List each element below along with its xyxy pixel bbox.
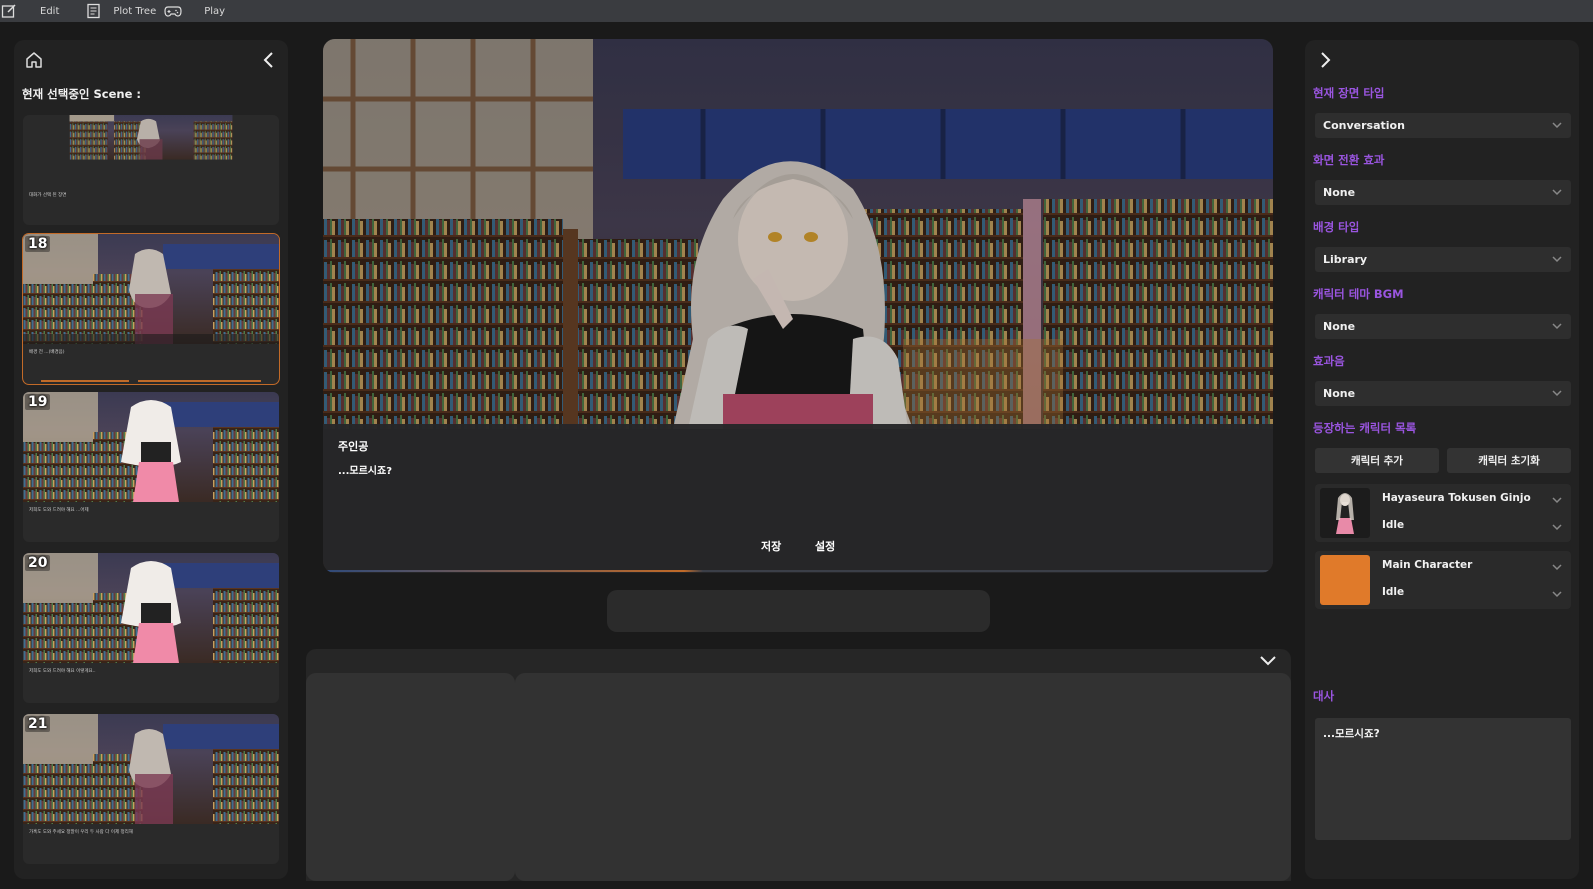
plot-tree-menu-label: Plot Tree	[113, 5, 157, 17]
sfx-label: 효과음	[1313, 354, 1345, 368]
scene-control-pill[interactable]	[607, 590, 990, 632]
sfx-value: None	[1323, 387, 1356, 400]
character-card: Hayaseura Tokusen Ginjo Idle	[1315, 484, 1571, 542]
scene-progress-bar	[41, 380, 261, 382]
edit-menu[interactable]: Edit	[0, 0, 85, 22]
character-portrait	[1320, 555, 1370, 605]
home-icon	[26, 52, 42, 68]
chevron-down-icon[interactable]	[1551, 521, 1563, 533]
gamepad-icon	[164, 2, 182, 20]
speaker-name: 주인공	[338, 440, 369, 453]
chevron-left-icon	[263, 52, 273, 68]
character-state-select[interactable]: Idle	[1382, 586, 1404, 598]
scene-number: 19	[25, 394, 51, 410]
scene-card-text: 배경 전 ...(배경음)	[29, 350, 65, 355]
chevron-down-icon	[1552, 256, 1562, 263]
scene-list-panel: 현재 선택중인 Scene : 대화가 선택 된 장면 18 배경 전 ...(…	[14, 40, 288, 879]
top-menu-bar: Edit Plot Tree Play	[0, 0, 1593, 22]
bgm-value: None	[1323, 320, 1356, 333]
scene-preview[interactable]: 주인공 ...모르시죠? 저장 설정	[323, 39, 1273, 573]
settings-button[interactable]: 설정	[815, 538, 835, 554]
play-menu-label: Play	[204, 5, 226, 17]
scene-thumbnail	[23, 234, 279, 344]
scene-card[interactable]: 20 저희도 도와 드려야 해요 이렇게요..	[23, 553, 279, 703]
dialogue-label: 대사	[1313, 689, 1335, 703]
background-select[interactable]: Library	[1315, 247, 1571, 272]
sfx-select[interactable]: None	[1315, 381, 1571, 406]
scene-card-text: 가혹도 도와 주세요 정말이 우리 두 사람 다 이제 정리해	[29, 830, 133, 835]
document-icon	[85, 2, 103, 20]
scene-card[interactable]: 19 저희도 도와 드려야 해요 ...어제	[23, 392, 279, 542]
chevron-down-icon[interactable]	[1551, 588, 1563, 600]
chevron-down-icon	[1552, 390, 1562, 397]
bgm-select[interactable]: None	[1315, 314, 1571, 339]
character-state-select[interactable]: Idle	[1382, 519, 1404, 531]
chevron-down-icon[interactable]	[1551, 494, 1563, 506]
scene-thumbnail	[23, 553, 279, 663]
bgm-label: 캐릭터 테마 BGM	[1313, 287, 1404, 301]
background-value: Library	[1323, 253, 1368, 266]
bottom-panel	[306, 649, 1291, 881]
collapse-right-button[interactable]	[1313, 48, 1337, 72]
character-name-select[interactable]: Hayaseura Tokusen Ginjo	[1382, 492, 1531, 504]
chevron-down-icon	[1260, 656, 1276, 666]
scene-card-text: 대화가 선택 된 장면	[29, 193, 67, 198]
scene-type-value: Conversation	[1323, 119, 1405, 132]
home-button[interactable]	[22, 48, 46, 72]
character-card: Main Character Idle	[1315, 551, 1571, 609]
scene-card[interactable]: 대화가 선택 된 장면	[23, 115, 279, 225]
character-name-select[interactable]: Main Character	[1382, 559, 1472, 571]
scene-card-text: 저희도 도와 드려야 해요 이렇게요..	[29, 669, 96, 674]
background-label: 배경 타입	[1313, 220, 1360, 234]
dialogue-textarea[interactable]: ...모르시죠?	[1315, 718, 1571, 840]
reset-characters-button[interactable]: 캐릭터 초기화	[1447, 448, 1571, 473]
edit-menu-label: Edit	[40, 5, 60, 17]
chevron-down-icon	[1552, 189, 1562, 196]
scene-number: 18	[25, 236, 51, 252]
scene-card-text: 저희도 도와 드려야 해요 ...어제	[29, 508, 89, 513]
collapse-left-button[interactable]	[257, 48, 281, 72]
characters-label: 등장하는 캐릭터 목록	[1313, 421, 1417, 435]
scene-type-label: 현재 장면 타입	[1313, 86, 1385, 100]
dialogue-progress	[323, 570, 1273, 572]
scene-properties-panel: 현재 장면 타입 Conversation 화면 전환 효과 None 배경 타…	[1305, 40, 1579, 879]
save-button[interactable]: 저장	[761, 538, 781, 554]
scene-card[interactable]: 18 배경 전 ...(배경음)	[23, 234, 279, 384]
scene-number: 20	[25, 555, 51, 571]
chevron-down-icon[interactable]	[1551, 561, 1563, 573]
scene-thumbnail	[23, 714, 279, 824]
scene-thumbnail	[69, 115, 233, 160]
plot-tree-menu[interactable]: Plot Tree	[85, 0, 164, 22]
edit-icon	[0, 2, 18, 20]
chevron-down-icon	[1552, 122, 1562, 129]
collapse-bottom-button[interactable]	[1256, 649, 1280, 673]
transition-value: None	[1323, 186, 1356, 199]
chevron-right-icon	[1321, 52, 1331, 68]
play-menu[interactable]: Play	[164, 0, 235, 22]
transition-select[interactable]: None	[1315, 180, 1571, 205]
transition-label: 화면 전환 효과	[1313, 153, 1385, 167]
scene-card[interactable]: 21 가혹도 도와 주세요 정말이 우리 두 사람 다 이제 정리해	[23, 714, 279, 864]
bottom-main-pane[interactable]	[515, 673, 1291, 881]
scene-thumbnail	[23, 392, 279, 502]
current-scene-title: 현재 선택중인 Scene :	[22, 87, 141, 101]
dialogue-line: ...모르시죠?	[338, 466, 392, 477]
scene-type-select[interactable]: Conversation	[1315, 113, 1571, 138]
dialogue-box: 주인공 ...모르시죠? 저장 설정	[323, 424, 1273, 573]
add-character-button[interactable]: 캐릭터 추가	[1315, 448, 1439, 473]
chevron-down-icon	[1552, 323, 1562, 330]
bottom-left-pane[interactable]	[306, 673, 515, 881]
scene-number: 21	[25, 716, 51, 732]
character-portrait	[1320, 488, 1370, 538]
